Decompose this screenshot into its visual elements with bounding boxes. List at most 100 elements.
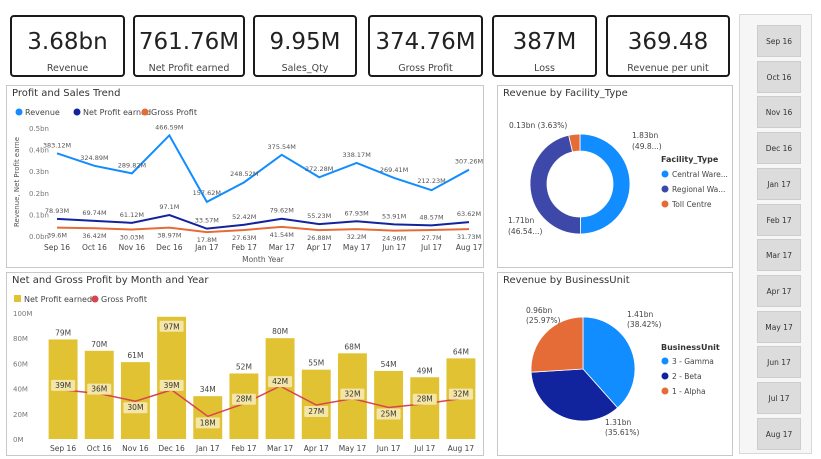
kpi-value: 9.95M [269,29,341,55]
legend-label: Central Ware... [672,170,728,179]
legend-marker [661,200,669,208]
x-tick-label: Apr 17 [304,444,329,453]
kpi-card-loss[interactable]: 387M Loss [492,15,597,77]
data-label: 64M [453,347,469,356]
y-tick-label: 0M [13,436,24,444]
data-label: 383.12M [43,141,71,149]
y-tick-label: 0.2bn [29,190,49,198]
data-label: 63.62M [457,210,481,218]
data-label: 79.62M [270,207,294,215]
data-label: 466.59M [155,123,183,131]
y-tick-label: 100M [13,310,32,318]
slicer-item[interactable]: Sep 16 [757,25,801,57]
x-tick-label: Feb 17 [232,243,257,252]
data-label: 79M [55,328,71,337]
kpi-label: Revenue per unit [627,63,709,74]
revenue-facility-panel[interactable]: Revenue by Facility_Type 1.83bn (49.8...)… [497,85,733,268]
data-label: 39.6M [47,232,67,240]
slicer-item[interactable]: Nov 16 [757,96,801,128]
slicer-item[interactable]: Apr 17 [757,275,801,307]
data-label: 307.26M [455,158,483,166]
legend-marker [661,170,669,178]
legend-label: Revenue [25,108,60,117]
data-label: 26.88M [307,234,331,242]
revenue-facility-chart: 1.83bn (49.8...) 1.71bn (46.54...) 0.13bn (3… [508,121,728,236]
data-label: 1.41bn [627,310,653,319]
x-tick-label: Dec 16 [158,444,185,453]
series-line [56,214,470,230]
revenue-businessunit-panel[interactable]: Revenue by BusinessUnit 1.41bn (38.42%) 1.… [497,272,733,456]
data-label: 34M [200,385,216,394]
data-label: 61M [127,351,143,360]
slicer-item[interactable]: Jan 17 [757,168,801,200]
data-label: 0.96bn [526,306,552,315]
x-tick-label: May 17 [339,444,367,453]
kpi-label: Gross Profit [398,63,453,74]
profit-sales-trend-chart: Revenue Net Profit earned Gross Profit0.0b… [13,108,483,264]
slicer-item[interactable]: Jun 17 [757,346,801,378]
x-tick-label: Aug 17 [456,243,483,252]
legend-marker [661,387,669,395]
data-label: 30M [127,403,143,412]
kpi-label: Loss [534,63,555,74]
slicer-item[interactable]: May 17 [757,311,801,343]
kpi-card-gross-profit[interactable]: 374.76M Gross Profit [368,15,483,77]
legend-label: 3 - Gamma [672,357,714,366]
slicer-item[interactable]: Feb 17 [757,204,801,236]
data-label: 97.1M [159,203,179,211]
legend-label: Toll Centre [671,200,712,209]
net-gross-profit-panel[interactable]: Net and Gross Profit by Month and Year N… [6,272,484,456]
legend-marker [661,185,669,193]
slicer-item[interactable]: Jul 17 [757,382,801,414]
data-label: 18M [200,418,216,427]
data-label: 269.41M [380,166,408,174]
data-label: 68M [344,342,360,351]
slicer-item[interactable]: Aug 17 [757,418,801,450]
y-tick-label: 60M [13,360,28,368]
legend-label: Regional Wa... [672,185,725,194]
legend-title: BusinessUnit [661,343,720,352]
x-tick-label: Dec 16 [156,243,183,252]
kpi-label: Net Profit earned [148,63,230,74]
profit-sales-trend-panel[interactable]: Profit and Sales Trend Revenue Net Profit… [6,85,484,268]
data-label: 39M [164,381,180,390]
data-label: 248.52M [230,170,258,178]
y-tick-label: 80M [13,335,28,343]
data-label: 42M [272,377,288,386]
legend-label: Gross Profit [101,295,147,304]
data-label: 0.13bn (3.63%) [509,121,567,130]
legend-label: 2 - Beta [672,372,702,381]
slicer-item[interactable]: Mar 17 [757,239,801,271]
slicer-item[interactable]: Oct 16 [757,61,801,93]
data-label: 28M [417,395,433,404]
kpi-card-revenue[interactable]: 3.68bn Revenue [10,15,125,77]
x-tick-label: Oct 16 [87,444,112,453]
series-line [56,225,470,234]
kpi-card-sales-qty[interactable]: 9.95M Sales_Qty [253,15,357,77]
data-label: 55M [308,359,324,368]
data-label: 157.62M [193,189,221,197]
data-label: 272.28M [305,165,333,173]
data-label: 24.96M [382,235,406,243]
data-label: 61.12M [120,211,144,219]
data-label: 48.57M [419,213,443,221]
data-label: 67.93M [345,209,369,217]
data-label: (49.8...) [632,142,662,151]
kpi-value: 369.48 [627,29,709,55]
kpi-value: 3.68bn [27,29,108,55]
x-tick-label: Oct 16 [82,243,107,252]
revenue-businessunit-chart: 1.41bn(38.42%) 1.31bn(35.61%) 0.96bn(25.97… [526,306,720,437]
data-label: 375.54M [268,143,296,151]
x-tick-label: Mar 17 [267,444,293,453]
data-label: 27M [308,407,324,416]
data-label: 97M [164,322,180,331]
data-label: 78.93M [45,207,69,215]
kpi-card-revenue-per-unit[interactable]: 369.48 Revenue per unit [606,15,730,77]
legend-marker [661,372,669,380]
legend-marker [141,108,149,116]
slicer-item[interactable]: Dec 16 [757,132,801,164]
legend-title: Facility_Type [661,155,719,164]
kpi-card-net-profit[interactable]: 761.76M Net Profit earned [133,15,245,77]
data-label: 324.89M [80,154,108,162]
y-axis-label: Revenue, Net Profit earne [13,137,21,227]
